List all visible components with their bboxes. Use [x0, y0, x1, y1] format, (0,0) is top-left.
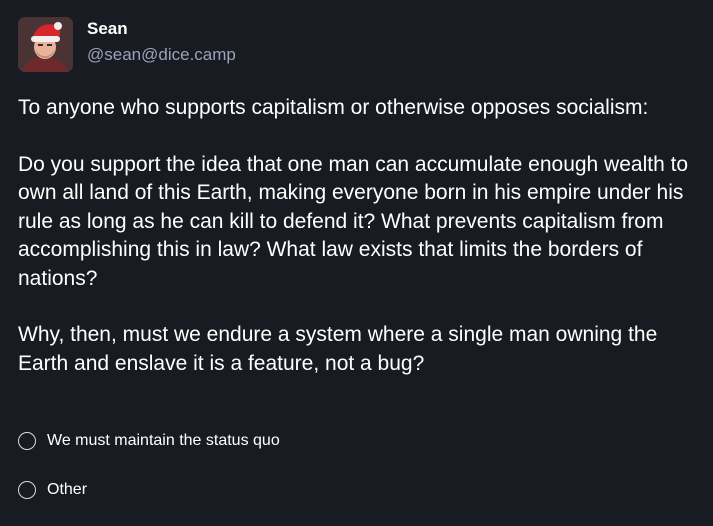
- post-paragraph: Do you support the idea that one man can…: [18, 152, 689, 290]
- radio-button[interactable]: [18, 432, 36, 450]
- post-paragraph: To anyone who supports capitalism or oth…: [18, 96, 649, 119]
- poll-option-other[interactable]: Other: [18, 477, 698, 503]
- account-handle[interactable]: @sean@dice.camp: [87, 44, 236, 66]
- avatar[interactable]: [18, 16, 73, 72]
- poll-option-status-quo[interactable]: We must maintain the status quo: [18, 428, 698, 454]
- post-paragraph: Why, then, must we endure a system where…: [18, 323, 658, 375]
- post-content: To anyone who supports capitalism or oth…: [18, 94, 698, 406]
- santa-hat-avatar-icon: [18, 16, 73, 72]
- status-post: Sean @sean@dice.camp To anyone who suppo…: [0, 0, 713, 519]
- author-names: Sean @sean@dice.camp: [87, 19, 236, 66]
- poll: We must maintain the status quo Other: [18, 428, 698, 526]
- radio-button[interactable]: [18, 481, 36, 499]
- post-author[interactable]: Sean @sean@dice.camp: [18, 16, 236, 72]
- display-name[interactable]: Sean: [87, 18, 236, 40]
- poll-option-label: We must maintain the status quo: [47, 432, 280, 449]
- poll-option-label: Other: [47, 481, 88, 498]
